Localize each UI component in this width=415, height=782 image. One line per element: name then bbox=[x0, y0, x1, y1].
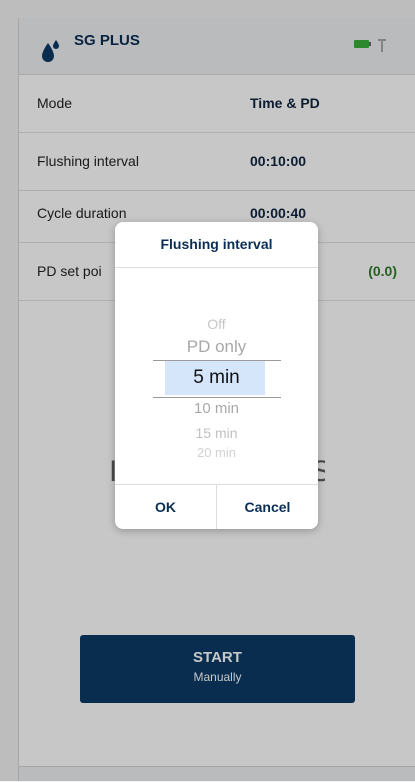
picker-selection-frame bbox=[153, 360, 281, 398]
dialog-title: Flushing interval bbox=[115, 222, 318, 268]
cancel-button[interactable]: Cancel bbox=[217, 485, 318, 529]
dialog-footer: OK Cancel bbox=[115, 484, 318, 529]
picker-option[interactable]: 20 min bbox=[115, 445, 318, 457]
picker-option[interactable]: 15 min bbox=[115, 425, 318, 441]
picker-option[interactable]: 10 min bbox=[115, 400, 318, 417]
ok-button[interactable]: OK bbox=[115, 485, 217, 529]
picker-option[interactable]: Off bbox=[115, 316, 318, 332]
picker-option[interactable]: PD only bbox=[115, 337, 318, 357]
